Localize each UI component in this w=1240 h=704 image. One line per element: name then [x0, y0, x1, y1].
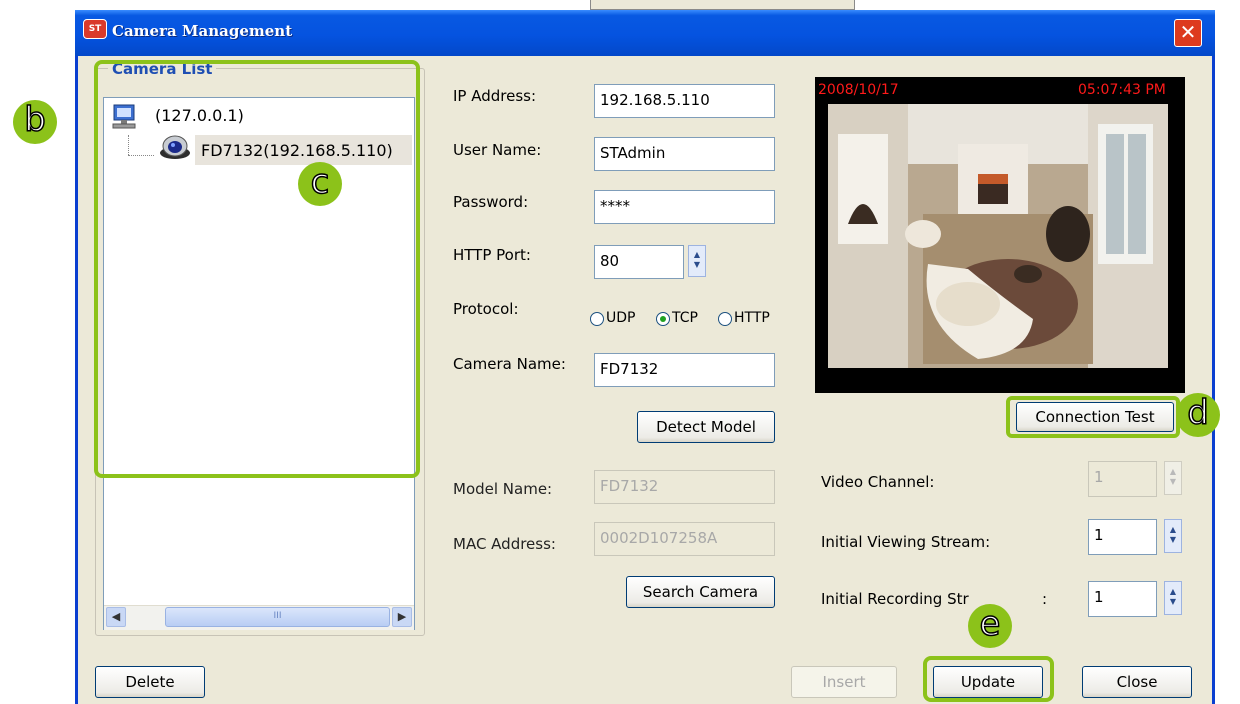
protocol-http-label: HTTP: [734, 310, 770, 326]
model-name-label: Model Name:: [453, 480, 553, 498]
close-button[interactable]: Close: [1082, 666, 1192, 698]
preview-date: 2008/10/17: [818, 82, 899, 98]
http-port-field[interactable]: 80: [594, 245, 684, 279]
initial-viewing-stream-stepper[interactable]: ▲ ▼: [1164, 519, 1182, 553]
spin-down-icon[interactable]: ▼: [1165, 477, 1181, 487]
preview-time: 05:07:43 PM: [1078, 82, 1166, 98]
preview-image: [828, 104, 1168, 368]
spin-down-icon[interactable]: ▼: [1165, 597, 1181, 607]
http-port-label: HTTP Port:: [453, 246, 531, 264]
arrow-right-icon: ▶: [397, 610, 407, 623]
initial-viewing-stream-label: Initial Viewing Stream:: [821, 533, 991, 551]
password-label: Password:: [453, 193, 529, 211]
user-name-field[interactable]: STAdmin: [594, 137, 775, 171]
initial-recording-stream-label: Initial Recording Str: [821, 590, 969, 608]
ip-address-label: IP Address:: [453, 87, 537, 105]
initial-viewing-stream-field[interactable]: 1: [1088, 519, 1157, 555]
radio-selected-dot: [660, 316, 666, 322]
callout-badge-b: b: [13, 99, 57, 144]
spin-up-icon[interactable]: ▲: [1165, 467, 1181, 477]
close-icon: ✕: [1179, 20, 1197, 44]
window-title: Camera Management: [112, 22, 293, 40]
scroll-left-button[interactable]: ◀: [106, 607, 126, 627]
callout-frame-camera-list: [94, 60, 420, 478]
protocol-udp-label: UDP: [606, 310, 636, 326]
spin-up-icon[interactable]: ▲: [689, 250, 705, 260]
arrow-left-icon: ◀: [111, 610, 121, 623]
video-channel-label: Video Channel:: [821, 473, 935, 491]
protocol-label: Protocol:: [453, 300, 519, 318]
spin-up-icon[interactable]: ▲: [1165, 525, 1181, 535]
callout-frame-update: [923, 656, 1054, 702]
protocol-http-radio[interactable]: [718, 312, 732, 326]
initial-recording-stream-field[interactable]: 1: [1088, 581, 1157, 617]
initial-recording-stream-label-tail: :: [1042, 590, 1048, 608]
spin-down-icon[interactable]: ▼: [1165, 535, 1181, 545]
delete-button[interactable]: Delete: [95, 666, 205, 698]
scroll-thumb[interactable]: III: [165, 607, 390, 627]
http-port-stepper[interactable]: ▲ ▼: [688, 245, 706, 277]
app-icon: ST: [83, 19, 107, 39]
camera-name-field[interactable]: FD7132: [594, 353, 775, 387]
callout-badge-e: e: [968, 603, 1012, 648]
user-name-label: User Name:: [453, 141, 542, 159]
spin-up-icon[interactable]: ▲: [1165, 587, 1181, 597]
spin-down-icon[interactable]: ▼: [689, 260, 705, 270]
protocol-tcp-radio[interactable]: [656, 312, 670, 326]
window-close-button[interactable]: ✕: [1174, 19, 1202, 47]
background-window-edge: [590, 0, 855, 10]
model-name-field[interactable]: FD7132: [594, 470, 775, 504]
password-field[interactable]: ****: [594, 190, 775, 224]
callout-frame-connection-test: [1006, 396, 1180, 438]
camera-name-label: Camera Name:: [453, 355, 566, 373]
initial-recording-stream-stepper[interactable]: ▲ ▼: [1164, 581, 1182, 615]
callout-badge-d: d: [1176, 392, 1220, 437]
search-camera-button[interactable]: Search Camera: [626, 576, 775, 608]
insert-button[interactable]: Insert: [791, 666, 897, 698]
protocol-udp-radio[interactable]: [590, 312, 604, 326]
video-channel-field[interactable]: 1: [1088, 461, 1157, 497]
scroll-right-button[interactable]: ▶: [392, 607, 412, 627]
mac-address-label: MAC Address:: [453, 535, 556, 553]
mac-address-field[interactable]: 0002D107258A: [594, 522, 775, 556]
protocol-tcp-label: TCP: [672, 310, 698, 326]
detect-model-button[interactable]: Detect Model: [637, 411, 775, 443]
callout-badge-c: c: [298, 161, 342, 206]
video-channel-stepper[interactable]: ▲ ▼: [1164, 461, 1182, 495]
ip-address-field[interactable]: 192.168.5.110: [594, 84, 775, 118]
